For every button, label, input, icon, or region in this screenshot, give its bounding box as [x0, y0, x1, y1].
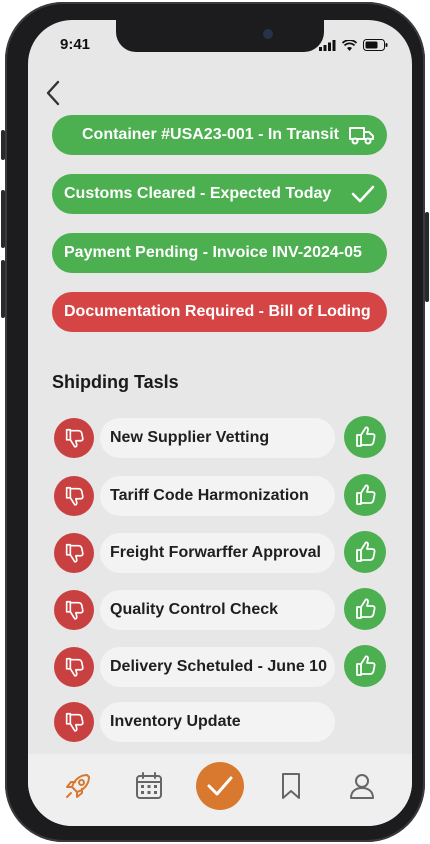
thumbs-up-icon — [353, 654, 377, 678]
like-button[interactable] — [344, 588, 386, 630]
thumbs-down-icon — [63, 485, 85, 507]
phone-frame: 9:41 Container #USA23-001 - In Transit C… — [1, 2, 429, 842]
like-button[interactable] — [344, 416, 386, 458]
nav-profile[interactable] — [338, 762, 386, 810]
back-button[interactable] — [38, 78, 68, 108]
person-icon — [350, 774, 375, 799]
thumbs-down-icon — [63, 599, 85, 621]
task-label[interactable]: Freight Forwarffer Approval — [100, 533, 335, 573]
nav-calendar[interactable] — [125, 762, 173, 810]
alert-label: Container #USA23-001 - In Transit — [82, 126, 339, 143]
nav-bookmark[interactable] — [267, 762, 315, 810]
task-row: Quality Control Check — [52, 588, 387, 632]
task-label[interactable]: Tariff Code Harmonization — [100, 476, 335, 516]
thumbs-up-icon — [353, 425, 377, 449]
checkmark-icon — [351, 184, 375, 204]
dislike-button[interactable] — [54, 533, 94, 573]
bottom-nav — [28, 754, 412, 826]
nav-tasks-active[interactable] — [195, 762, 244, 810]
alert-documentation-required[interactable]: Documentation Required - Bill of Loding — [52, 292, 387, 332]
like-button[interactable] — [344, 531, 386, 573]
thumbs-down-icon — [63, 656, 85, 678]
alert-container-in-transit[interactable]: Container #USA23-001 - In Transit — [52, 115, 387, 155]
dislike-button[interactable] — [54, 418, 94, 458]
alert-label: Customs Cleared - Expected Today — [64, 185, 332, 202]
truck-icon — [349, 125, 375, 145]
like-button[interactable] — [344, 474, 386, 516]
camera-icon — [263, 29, 273, 39]
thumbs-up-icon — [353, 597, 377, 621]
battery-icon — [363, 39, 388, 51]
thumbs-down-icon — [63, 711, 85, 733]
alert-payment-pending[interactable]: Payment Pending - Invoice INV-2024-05 — [52, 233, 387, 273]
task-row: Tariff Code Harmonization — [52, 474, 387, 518]
task-row: Freight Forwarffer Approval — [52, 531, 387, 575]
task-label[interactable]: Quality Control Check — [100, 590, 335, 630]
bookmark-icon — [282, 773, 301, 799]
dislike-button[interactable] — [54, 702, 94, 742]
alert-customs-cleared[interactable]: Customs Cleared - Expected Today — [52, 174, 387, 214]
notch — [116, 20, 324, 52]
task-row: Delivery Schetuled - June 10 — [52, 645, 387, 689]
volume-up-button — [1, 190, 5, 248]
mute-switch — [1, 130, 5, 160]
thumbs-up-icon — [353, 540, 377, 564]
power-button — [425, 212, 429, 302]
rocket-icon — [65, 774, 90, 798]
dislike-button[interactable] — [54, 647, 94, 687]
like-button[interactable] — [344, 645, 386, 687]
alert-label: Documentation Required - Bill of Loding — [64, 303, 371, 320]
status-icons — [319, 39, 388, 51]
task-label[interactable]: Inventory Update — [100, 702, 335, 742]
section-title: Shipding Tasls — [52, 372, 179, 392]
screen: 9:41 Container #USA23-001 - In Transit C… — [28, 20, 412, 826]
signal-icon — [319, 39, 336, 51]
dislike-button[interactable] — [54, 590, 94, 630]
calendar-icon — [135, 772, 162, 799]
task-row: New Supplier Vetting — [52, 416, 387, 460]
chevron-left-icon — [46, 80, 60, 106]
alert-label: Payment Pending - Invoice INV-2024-05 — [64, 244, 362, 261]
status-time: 9:41 — [60, 36, 91, 53]
thumbs-up-icon — [353, 483, 377, 507]
thumbs-down-icon — [63, 542, 85, 564]
dislike-button[interactable] — [54, 476, 94, 516]
volume-down-button — [1, 260, 5, 318]
wifi-icon — [342, 39, 357, 51]
checkmark-icon — [207, 776, 233, 796]
thumbs-down-icon — [63, 427, 85, 449]
nav-rocket[interactable] — [54, 762, 102, 810]
task-label[interactable]: Delivery Schetuled - June 10 — [100, 647, 335, 687]
task-row: Inventory Update — [52, 700, 387, 744]
task-label[interactable]: New Supplier Vetting — [100, 418, 335, 458]
